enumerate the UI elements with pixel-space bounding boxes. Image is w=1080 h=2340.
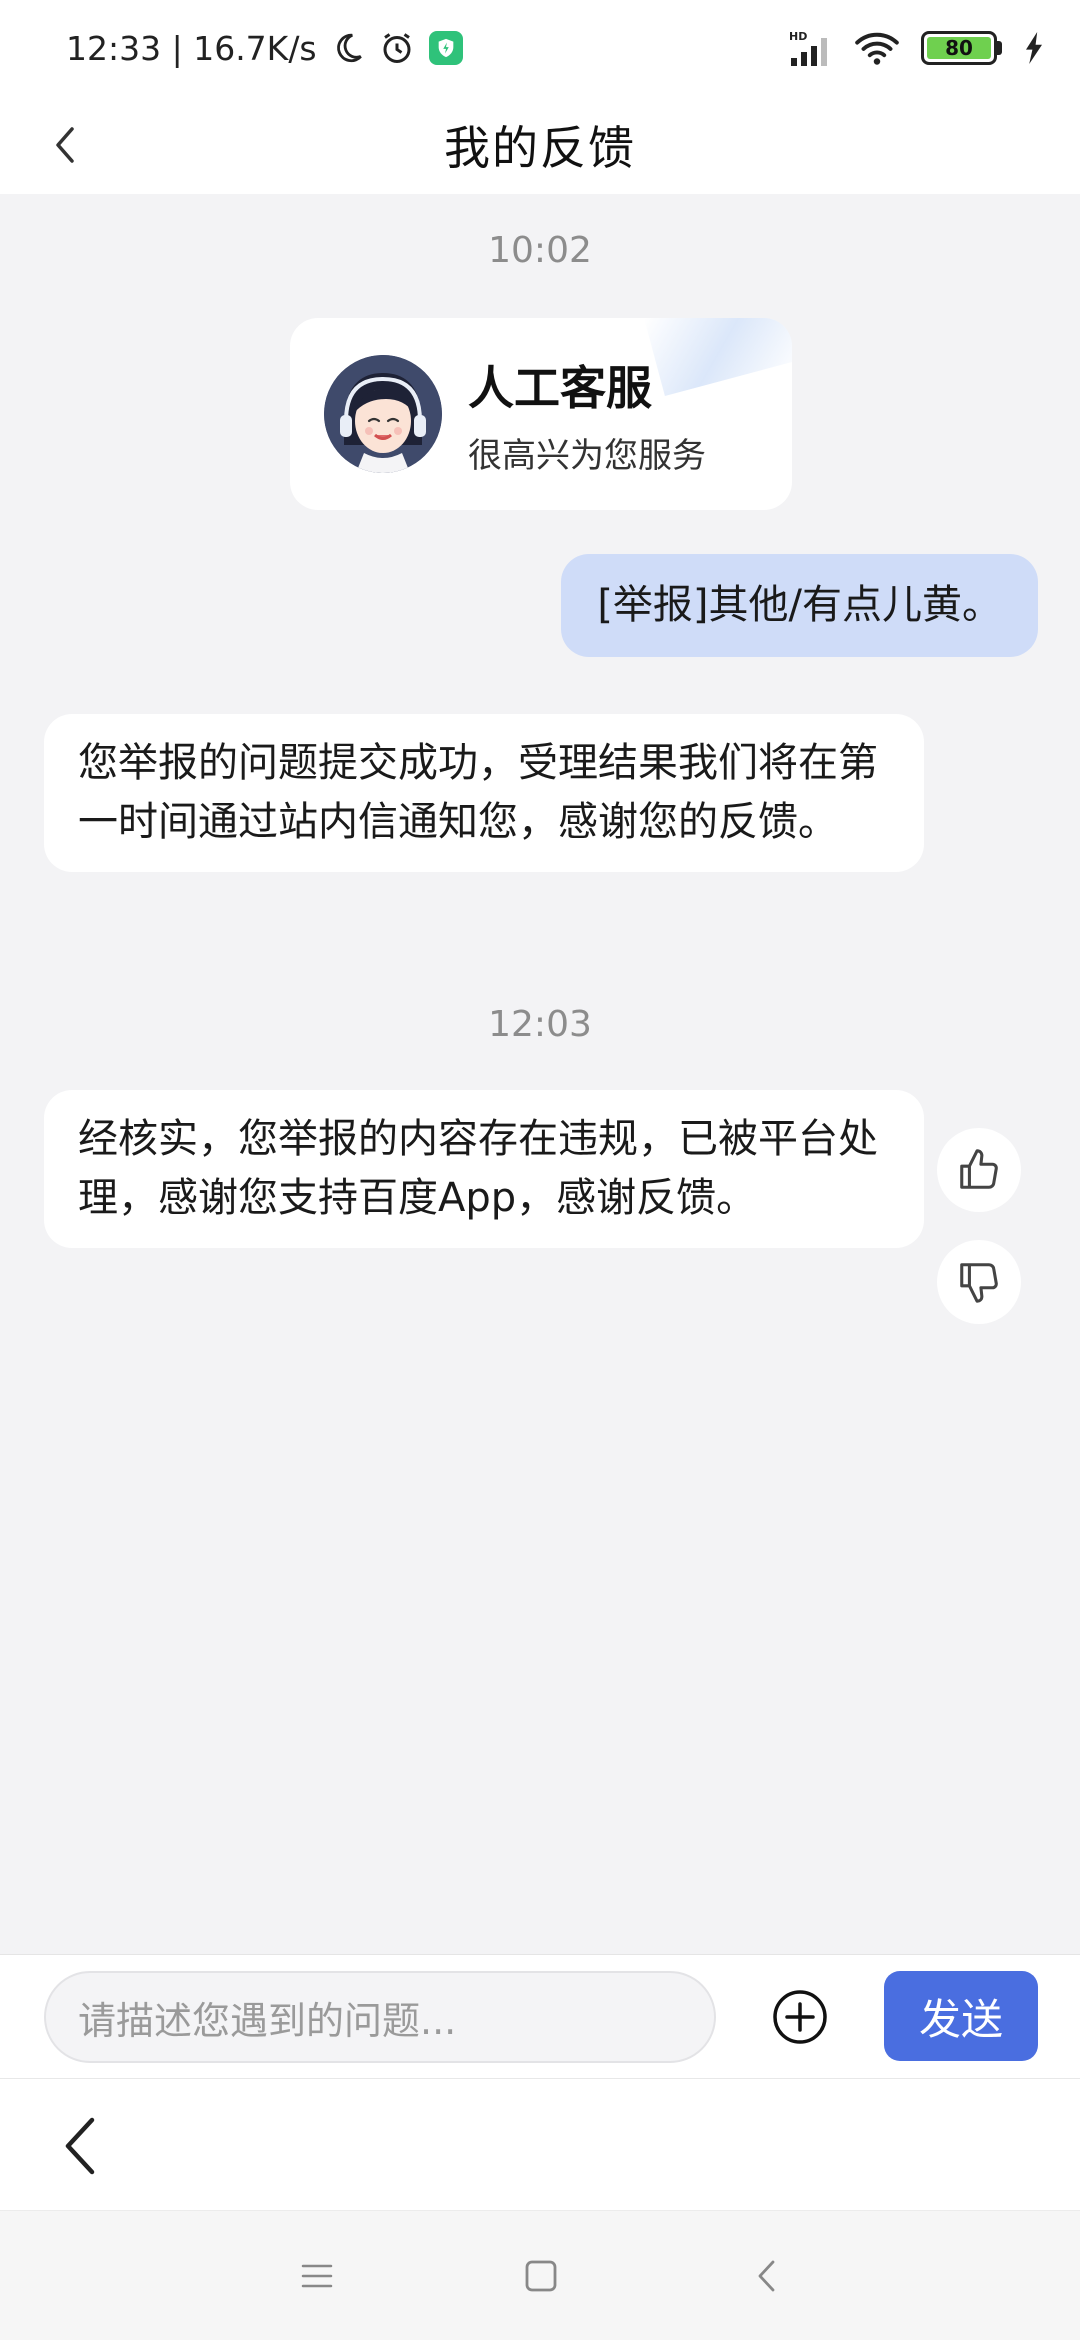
app-header: 我的反馈 [0, 96, 1080, 194]
square-icon [525, 2260, 557, 2292]
network-label: HD [789, 30, 807, 43]
home-button[interactable] [516, 2251, 566, 2301]
status-time-speed: 12:33 | 16.7K/s [66, 28, 317, 68]
agent-subtitle: 很高兴为您服务 [468, 435, 706, 476]
chevron-left-icon [56, 127, 74, 163]
battery-cap [997, 41, 1002, 55]
menu-icon [301, 2264, 333, 2288]
battery-indicator: 80 [921, 31, 1002, 65]
chevron-left-icon [65, 2117, 95, 2175]
security-app-icon [428, 31, 463, 65]
timestamp: 12:03 [488, 1004, 592, 1045]
plus-circle-icon [773, 1990, 827, 2044]
battery-level: 80 [927, 36, 991, 60]
agent-info: 人工客服 很高兴为您服务 [468, 352, 706, 477]
recents-button[interactable] [292, 2251, 342, 2301]
dislike-button[interactable] [937, 1240, 1021, 1324]
alarm-icon [379, 30, 415, 66]
system-navigation-bar [0, 2210, 1080, 2340]
charging-bolt-icon [1024, 32, 1044, 64]
agent-name: 人工客服 [468, 360, 652, 415]
wifi-icon [855, 30, 899, 66]
status-left: 12:33 | 16.7K/s [66, 29, 463, 68]
moon-icon [331, 31, 365, 65]
agent-message-bubble: 您举报的问题提交成功，受理结果我们将在第一时间通过站内信通知您，感谢您的反馈。 [44, 714, 924, 872]
user-message-bubble: [举报]其他/有点儿黄。 [561, 554, 1038, 657]
timestamp: 10:02 [488, 230, 592, 271]
send-button[interactable]: 发送 [884, 1971, 1038, 2061]
agent-card: 人工客服 很高兴为您服务 [290, 318, 792, 510]
chevron-left-icon [758, 2260, 775, 2292]
agent-avatar [324, 355, 442, 473]
thumbs-up-icon [960, 1149, 998, 1189]
like-button[interactable] [937, 1128, 1021, 1212]
agent-message-bubble: 经核实，您举报的内容存在违规，已被平台处理，感谢您支持百度App，感谢反馈。 [44, 1090, 924, 1248]
back-button[interactable] [40, 120, 90, 170]
thumbs-down-icon [960, 1263, 998, 1303]
browser-toolbar [0, 2078, 1080, 2210]
input-bar: 请描述您遇到的问题... 发送 [0, 1954, 1080, 2078]
page-title: 我的反馈 [444, 121, 636, 175]
system-back-button[interactable] [742, 2251, 792, 2301]
battery-body: 80 [921, 31, 997, 65]
browser-back-button[interactable] [52, 2113, 108, 2179]
chat-area[interactable]: 10:02 人工客服 很高兴为您服务 [举报]其他/有点儿黄。 您举报的问题提交… [0, 194, 1080, 1954]
message-input[interactable]: 请描述您遇到的问题... [44, 1971, 716, 2063]
status-right: HD 80 [787, 28, 1044, 68]
status-bar: 12:33 | 16.7K/s HD 80 [0, 0, 1080, 96]
add-attachment-button[interactable] [770, 1987, 830, 2047]
cellular-signal-icon: HD [787, 28, 833, 68]
